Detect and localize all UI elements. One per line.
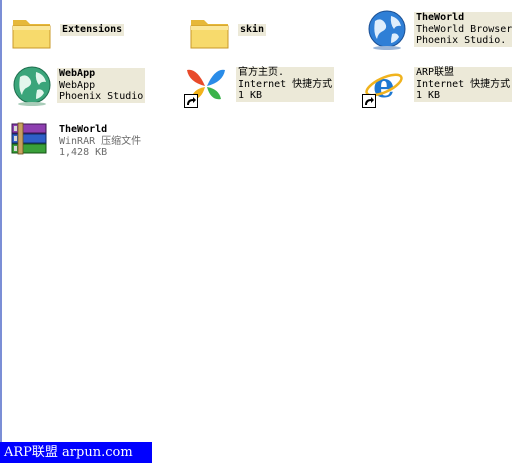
watermark-banner: ARP联盟 arpun.com [0,442,152,463]
item-type: Internet 快捷方式 [236,78,335,90]
item-description: TheWorld Browser [414,23,512,35]
globe-icon [365,8,409,52]
item-company: Phoenix Studio [57,91,146,103]
svg-text:e: e [373,66,395,106]
item-name: TheWorld [59,124,108,135]
item-size: 1,428 KB [59,147,108,158]
item-name: 官方主页. [236,67,335,79]
item-name: Extensions [60,24,125,36]
folder-icon [10,10,54,54]
folder-icon [188,10,232,54]
item-company: Phoenix Studio. [414,35,512,47]
item-size: 1 KB [414,90,512,102]
window-left-edge [0,0,2,463]
winrar-archive-icon [8,118,52,162]
item-description: WebApp [57,79,146,91]
shortcut-arrow-icon [362,94,376,108]
item-type: Internet 快捷方式 [414,78,512,90]
item-type: WinRAR 压缩文件 [59,135,142,147]
item-name: ARP联盟 [414,67,512,79]
globe-icon [10,64,54,108]
item-name: TheWorld [414,12,512,24]
item-name: WebApp [57,68,146,80]
shortcut-arrow-icon [184,94,198,108]
item-size: 1 KB [236,90,335,102]
item-name: skin [238,24,267,36]
